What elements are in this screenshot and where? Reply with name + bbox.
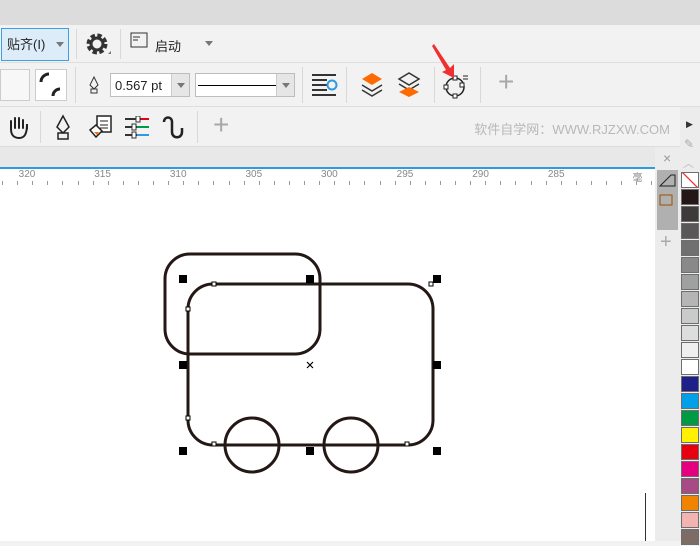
toolbox-bar: + 软件自学网：WWW.RJZXW.COM	[0, 107, 700, 147]
gear-icon[interactable]	[84, 32, 112, 58]
to-back-icon[interactable]	[397, 71, 421, 99]
curve-tool-icon[interactable]	[160, 114, 188, 142]
to-front-icon[interactable]	[360, 71, 384, 99]
palette-scroll-up-icon[interactable]: ︿	[683, 155, 694, 171]
color-swatch[interactable]	[681, 427, 699, 443]
add-docker-icon[interactable]: +	[660, 231, 672, 254]
color-swatch[interactable]	[681, 206, 699, 222]
horizontal-ruler[interactable]: 320315310305300295290285毫米	[0, 167, 655, 199]
color-palette: ▶ ✎ ︿	[680, 107, 700, 545]
ruler-tick-label: 300	[321, 169, 338, 180]
text-wrap-icon[interactable]	[310, 72, 340, 100]
object-properties-icon[interactable]	[124, 116, 150, 140]
color-swatch[interactable]	[681, 240, 699, 256]
ruler-tick-label: 320	[18, 169, 36, 180]
palette-scroll-right-icon[interactable]: ▶	[686, 119, 693, 130]
line-style-chevron[interactable]	[276, 74, 294, 96]
ruler-tick-label: 310	[169, 169, 187, 180]
color-swatch[interactable]	[681, 410, 699, 426]
color-swatch[interactable]	[681, 529, 699, 545]
interactive-fill-icon[interactable]	[88, 115, 114, 141]
color-swatch[interactable]	[681, 257, 699, 273]
ruler-tick-label: 295	[396, 169, 414, 180]
ruler-tick-label: 305	[245, 169, 263, 180]
color-swatch[interactable]	[681, 512, 699, 528]
watermark-text: 软件自学网：WWW.RJZXW.COM	[474, 122, 670, 137]
ruler-tick-label: 285	[547, 169, 565, 180]
color-swatch[interactable]	[681, 308, 699, 324]
standard-toolbar: 贴齐(I) 启动	[0, 25, 700, 63]
color-swatch[interactable]	[681, 461, 699, 477]
eyedropper-icon[interactable]: ✎	[684, 137, 694, 151]
ruler-tick-label: 290	[472, 169, 489, 180]
color-swatch[interactable]	[681, 325, 699, 341]
corner-type-button[interactable]	[35, 69, 67, 101]
launch-window-icon	[130, 32, 148, 48]
color-swatch[interactable]	[681, 291, 699, 307]
launch-chevron-icon[interactable]	[205, 41, 213, 50]
launch-label[interactable]: 启动	[155, 36, 181, 55]
vertical-scrollbar[interactable]	[645, 493, 646, 541]
pan-hand-icon[interactable]	[6, 115, 32, 141]
color-swatch[interactable]	[681, 359, 699, 375]
docker-tabs[interactable]	[657, 170, 678, 230]
color-swatch[interactable]	[681, 444, 699, 460]
color-swatch[interactable]	[681, 274, 699, 290]
chevron-down-icon	[56, 42, 64, 51]
corner-spinner[interactable]	[0, 69, 30, 101]
line-style-dropdown[interactable]	[195, 73, 295, 97]
outline-width-input[interactable]: 0.567 pt	[110, 73, 190, 97]
no-color-swatch[interactable]	[681, 172, 699, 188]
drawing-canvas[interactable]	[0, 185, 655, 541]
red-arrow-annotation	[432, 44, 454, 78]
color-swatch[interactable]	[681, 189, 699, 205]
add-tool-icon[interactable]: +	[213, 110, 229, 140]
ruler-tick-label: 315	[94, 169, 111, 180]
selection-handles[interactable]	[179, 275, 441, 455]
close-icon[interactable]: ×	[663, 150, 671, 166]
color-swatch[interactable]	[681, 376, 699, 392]
pen-tool-icon[interactable]	[55, 114, 75, 142]
add-tool-icon[interactable]: +	[498, 67, 514, 97]
title-strip	[0, 0, 700, 25]
outline-width-value: 0.567 pt	[115, 78, 162, 93]
outline-width-dropdown[interactable]	[171, 74, 189, 96]
pen-nib-icon	[89, 76, 99, 94]
color-swatch[interactable]	[681, 393, 699, 409]
docker-panel: × +	[655, 147, 680, 541]
drawing-svg	[163, 252, 441, 474]
round-corner-icon	[39, 72, 61, 97]
color-swatch[interactable]	[681, 478, 699, 494]
snap-label: 贴齐(I)	[7, 37, 46, 52]
color-swatch[interactable]	[681, 495, 699, 511]
object-manager-icon	[658, 174, 676, 206]
property-bar: 0.567 pt +	[0, 63, 700, 107]
color-swatch[interactable]	[681, 223, 699, 239]
color-swatch[interactable]	[681, 342, 699, 358]
snap-to-dropdown[interactable]: 贴齐(I)	[1, 28, 69, 61]
document-tab-bar	[0, 147, 655, 167]
